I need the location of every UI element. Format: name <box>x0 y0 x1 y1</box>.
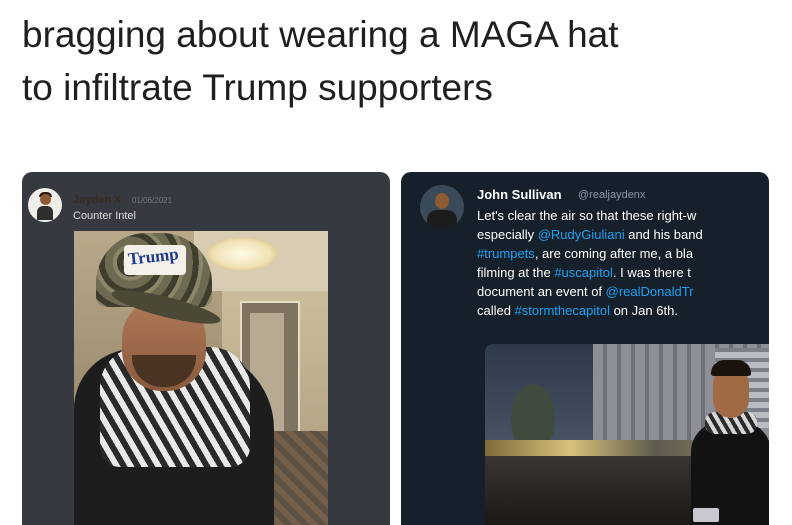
message-timestamp: 01/06/2021 <box>132 196 173 205</box>
tweet-text-segment: on Jan 6th. <box>609 303 678 318</box>
tweet-text-segment: document an event of <box>477 284 606 299</box>
tweet-line: especially @RudyGiuliani and his band <box>477 225 769 244</box>
tweet-text-segment: and his band <box>624 227 703 242</box>
ceiling-lamp <box>206 237 278 271</box>
tweet-panel: John Sullivan @realjaydenx Let's clear t… <box>401 172 769 525</box>
tweet-text-segment: filming at the <box>477 265 555 280</box>
tweet-avatar-icon[interactable] <box>420 185 464 229</box>
tweet-line: filming at the #uscapitol. I was there t <box>477 263 769 282</box>
user-avatar-icon[interactable] <box>28 188 62 222</box>
tweet-line: called #stormthecapitol on Jan 6th. <box>477 301 769 320</box>
selfie-photo[interactable]: Trump <box>74 231 328 525</box>
tweet-line: Let's clear the air so that these right-… <box>477 206 769 225</box>
tweet-photo[interactable] <box>485 344 769 525</box>
tweet-handle[interactable]: @realjaydenx <box>578 189 645 201</box>
caption-line-2: to infiltrate Trump supporters <box>22 67 493 108</box>
caption-line-1: bragging about wearing a MAGA hat <box>22 14 619 55</box>
message-username[interactable]: Jayden X <box>73 194 121 206</box>
tweet-display-name[interactable]: John Sullivan <box>477 187 562 202</box>
tweet-text-segment: called <box>477 303 515 318</box>
message-text: Counter Intel <box>73 210 136 222</box>
tweet-link[interactable]: #uscapitol <box>554 265 613 280</box>
tweet-line: document an event of @realDonaldTr <box>477 282 769 301</box>
tweet-link[interactable]: @RudyGiuliani <box>538 227 625 242</box>
discord-message-panel: Jayden X 01/06/2021 Counter Intel Trump <box>22 172 390 525</box>
phone-icon <box>693 508 719 522</box>
tweet-link[interactable]: #trumpets <box>477 246 535 261</box>
tweet-text: Let's clear the air so that these right-… <box>477 206 769 320</box>
tweet-text-segment: especially <box>477 227 538 242</box>
tweet-line: #trumpets, are coming after me, a bla <box>477 244 769 263</box>
tweet-text-segment: Let's clear the air so that these right-… <box>477 208 697 223</box>
tweet-text-segment: . I was there t <box>612 265 691 280</box>
tweet-link[interactable]: #stormthecapitol <box>515 303 610 318</box>
meme-caption: bragging about wearing a MAGA hat to inf… <box>22 8 782 114</box>
tweet-link[interactable]: @realDonaldTr <box>606 284 694 299</box>
tweet-text-segment: , are coming after me, a bla <box>534 246 694 261</box>
